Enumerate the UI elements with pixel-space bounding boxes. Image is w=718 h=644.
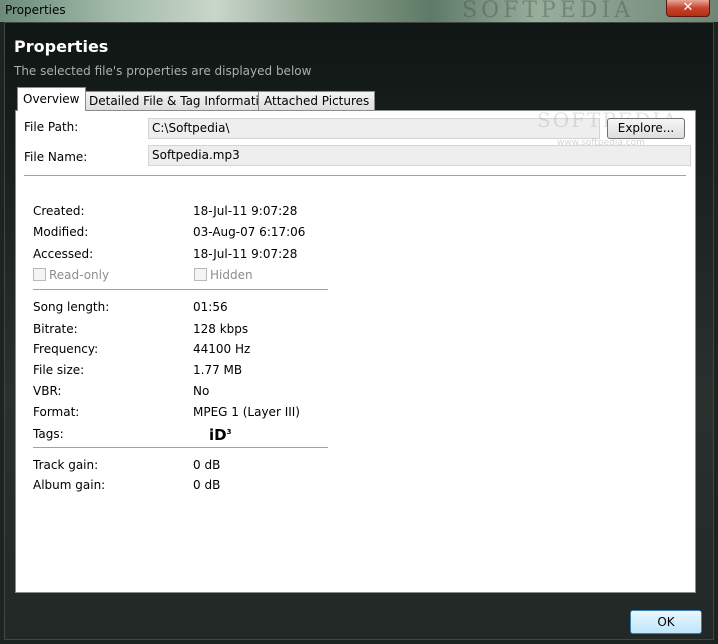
- title-bar: Properties SOFTPEDIA ✕: [0, 0, 718, 23]
- tags-label: Tags:: [33, 427, 64, 441]
- vbr-value: No: [193, 384, 210, 398]
- explore-button[interactable]: Explore...: [607, 118, 685, 139]
- format-value: MPEG 1 (Layer III): [193, 405, 300, 419]
- album-gain-value: 0 dB: [193, 478, 221, 492]
- file-path-field[interactable]: C:\Softpedia\: [148, 118, 600, 139]
- bitrate-label: Bitrate:: [33, 322, 78, 336]
- tab-attached-pictures[interactable]: Attached Pictures: [258, 91, 376, 111]
- modified-label: Modified:: [33, 225, 89, 239]
- track-gain-label: Track gain:: [33, 458, 99, 472]
- format-label: Format:: [33, 405, 80, 419]
- title-watermark: SOFTPEDIA: [462, 0, 635, 23]
- dialog-heading: Properties: [14, 37, 109, 56]
- file-size-value: 1.77 MB: [193, 363, 243, 377]
- frequency-value: 44100 Hz: [193, 342, 251, 356]
- close-button[interactable]: ✕: [666, 0, 710, 17]
- close-icon: ✕: [682, 0, 694, 15]
- hidden-checkbox[interactable]: [194, 268, 207, 281]
- id3-tag-icon: iD3: [209, 426, 232, 444]
- bitrate-value: 128 kbps: [193, 322, 249, 336]
- accessed-value: 18-Jul-11 9:07:28: [193, 247, 298, 261]
- divider: [33, 289, 328, 290]
- tab-overview[interactable]: Overview: [17, 87, 86, 111]
- divider: [24, 175, 686, 176]
- hidden-label: Hidden: [210, 268, 253, 282]
- ok-button[interactable]: OK: [630, 610, 702, 634]
- window-title: Properties: [5, 3, 66, 17]
- readonly-label: Read-only: [49, 268, 110, 282]
- frequency-label: Frequency:: [33, 342, 99, 356]
- overview-panel: [15, 110, 696, 593]
- track-gain-value: 0 dB: [193, 458, 221, 472]
- dialog-subheading: The selected file's properties are displ…: [14, 64, 312, 78]
- file-name-field[interactable]: Softpedia.mp3: [148, 145, 691, 166]
- tab-detailed-info[interactable]: Detailed File & Tag Information: [83, 91, 280, 111]
- divider: [33, 447, 328, 448]
- modified-value: 03-Aug-07 6:17:06: [193, 225, 306, 239]
- file-size-label: File size:: [33, 363, 85, 377]
- file-name-label: File Name:: [24, 150, 88, 164]
- vbr-label: VBR:: [33, 384, 62, 398]
- file-path-label: File Path:: [24, 120, 79, 134]
- album-gain-label: Album gain:: [33, 478, 106, 492]
- created-label: Created:: [33, 204, 85, 218]
- created-value: 18-Jul-11 9:07:28: [193, 204, 298, 218]
- readonly-checkbox[interactable]: [33, 268, 46, 281]
- song-length-value: 01:56: [193, 300, 228, 314]
- song-length-label: Song length:: [33, 300, 110, 314]
- accessed-label: Accessed:: [33, 247, 94, 261]
